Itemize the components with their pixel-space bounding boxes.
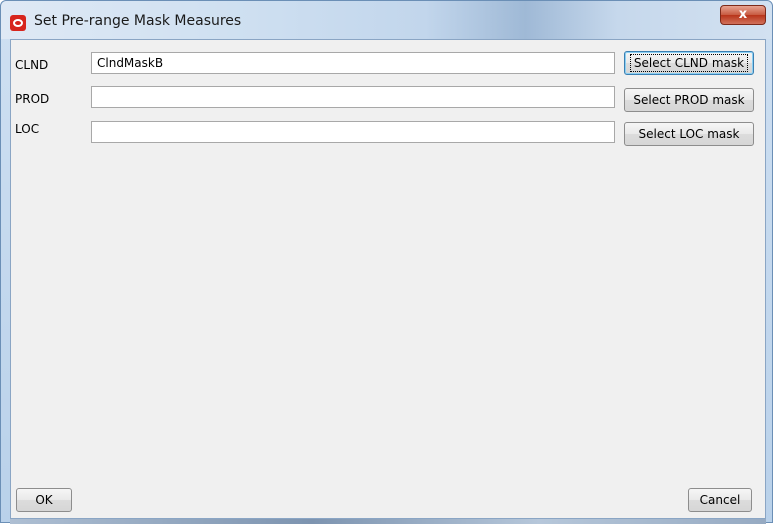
select-clnd-mask-label: Select CLND mask (629, 54, 749, 72)
select-prod-mask-button[interactable]: Select PROD mask (624, 88, 754, 112)
select-clnd-mask-button[interactable]: Select CLND mask (624, 51, 754, 75)
ok-button[interactable]: OK (16, 488, 72, 512)
close-icon: x (738, 7, 748, 22)
cancel-button[interactable]: Cancel (688, 488, 752, 512)
clnd-input[interactable] (91, 52, 615, 74)
title-bar[interactable]: Set Pre-range Mask Measures x (1, 1, 772, 39)
clnd-label: CLND (15, 58, 49, 72)
oracle-icon (10, 15, 26, 31)
select-loc-mask-button[interactable]: Select LOC mask (624, 122, 754, 146)
window-bottom-border (10, 519, 766, 524)
close-button[interactable]: x (720, 5, 766, 25)
dialog-body: CLND Select CLND mask PROD Select PROD m… (10, 39, 766, 519)
window-title: Set Pre-range Mask Measures (34, 13, 242, 29)
loc-label: LOC (15, 122, 40, 136)
prod-input[interactable] (91, 86, 615, 108)
prod-label: PROD (15, 92, 50, 106)
loc-input[interactable] (91, 121, 615, 143)
dialog-window: Set Pre-range Mask Measures x CLND Selec… (0, 0, 773, 524)
